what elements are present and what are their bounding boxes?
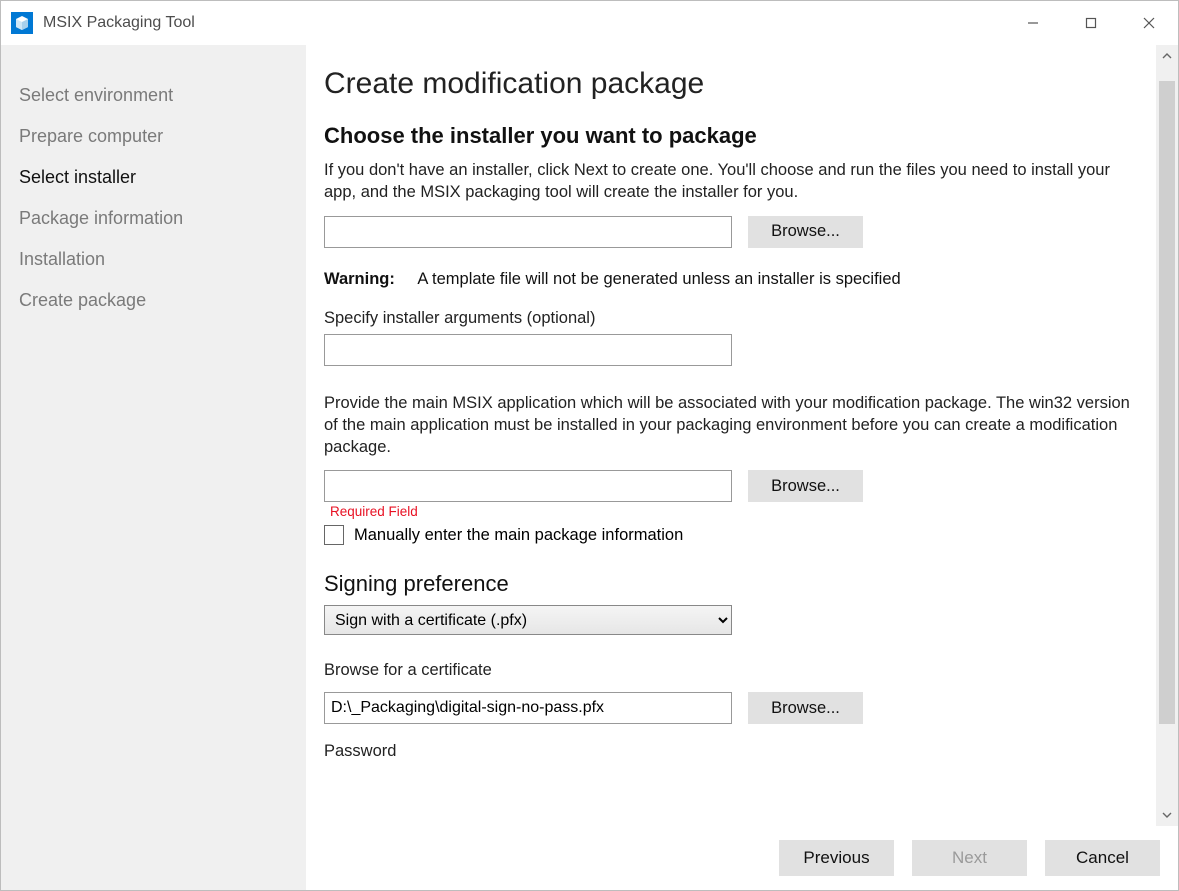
installer-path-input[interactable] bbox=[324, 216, 732, 248]
next-button[interactable]: Next bbox=[912, 840, 1027, 876]
signing-heading: Signing preference bbox=[324, 571, 1144, 597]
cancel-button[interactable]: Cancel bbox=[1045, 840, 1160, 876]
app-icon bbox=[11, 12, 33, 34]
scroll-track[interactable] bbox=[1156, 67, 1178, 804]
page-title: Create modification package bbox=[324, 67, 1144, 101]
certificate-path-input[interactable] bbox=[324, 692, 732, 724]
main-app-browse-button[interactable]: Browse... bbox=[748, 470, 863, 502]
scroll-thumb[interactable] bbox=[1159, 81, 1175, 724]
manual-entry-row[interactable]: Manually enter the main package informat… bbox=[324, 525, 1144, 545]
warning-text: A template file will not be generated un… bbox=[417, 270, 900, 288]
step-installation[interactable]: Installation bbox=[19, 239, 306, 280]
titlebar: MSIX Packaging Tool bbox=[1, 1, 1178, 45]
minimize-button[interactable] bbox=[1004, 1, 1062, 45]
main-panel: Create modification package Choose the i… bbox=[306, 45, 1178, 890]
main-app-desc: Provide the main MSIX application which … bbox=[324, 392, 1144, 459]
installer-browse-button[interactable]: Browse... bbox=[748, 216, 863, 248]
step-select-environment[interactable]: Select environment bbox=[19, 75, 306, 116]
manual-entry-label: Manually enter the main package informat… bbox=[354, 526, 683, 545]
certificate-browse-button[interactable]: Browse... bbox=[748, 692, 863, 724]
close-button[interactable] bbox=[1120, 1, 1178, 45]
step-select-installer[interactable]: Select installer bbox=[19, 157, 306, 198]
wizard-sidebar: Select environment Prepare computer Sele… bbox=[1, 45, 306, 890]
warning-label: Warning: bbox=[324, 270, 395, 288]
wizard-footer: Previous Next Cancel bbox=[306, 826, 1178, 890]
required-field-error: Required Field bbox=[330, 504, 1144, 519]
signing-preference-combo[interactable]: Sign with a certificate (.pfx) bbox=[324, 605, 732, 635]
app-title: MSIX Packaging Tool bbox=[43, 14, 195, 32]
main-app-path-input[interactable] bbox=[324, 470, 732, 502]
scroll-up-arrow[interactable] bbox=[1156, 45, 1178, 67]
manual-entry-checkbox[interactable] bbox=[324, 525, 344, 545]
maximize-button[interactable] bbox=[1062, 1, 1120, 45]
installer-args-input[interactable] bbox=[324, 334, 732, 366]
vertical-scrollbar[interactable] bbox=[1156, 45, 1178, 826]
step-create-package[interactable]: Create package bbox=[19, 280, 306, 321]
choose-installer-desc: If you don't have an installer, click Ne… bbox=[324, 159, 1144, 204]
step-package-information[interactable]: Package information bbox=[19, 198, 306, 239]
password-label: Password bbox=[324, 742, 1144, 761]
cert-browse-label: Browse for a certificate bbox=[324, 661, 1144, 680]
window-controls bbox=[1004, 1, 1178, 45]
scroll-down-arrow[interactable] bbox=[1156, 804, 1178, 826]
choose-installer-heading: Choose the installer you want to package bbox=[324, 123, 1144, 149]
previous-button[interactable]: Previous bbox=[779, 840, 894, 876]
installer-args-label: Specify installer arguments (optional) bbox=[324, 309, 1144, 328]
step-prepare-computer[interactable]: Prepare computer bbox=[19, 116, 306, 157]
content-area: Create modification package Choose the i… bbox=[306, 45, 1156, 826]
app-window: MSIX Packaging Tool Select environment P… bbox=[0, 0, 1179, 891]
